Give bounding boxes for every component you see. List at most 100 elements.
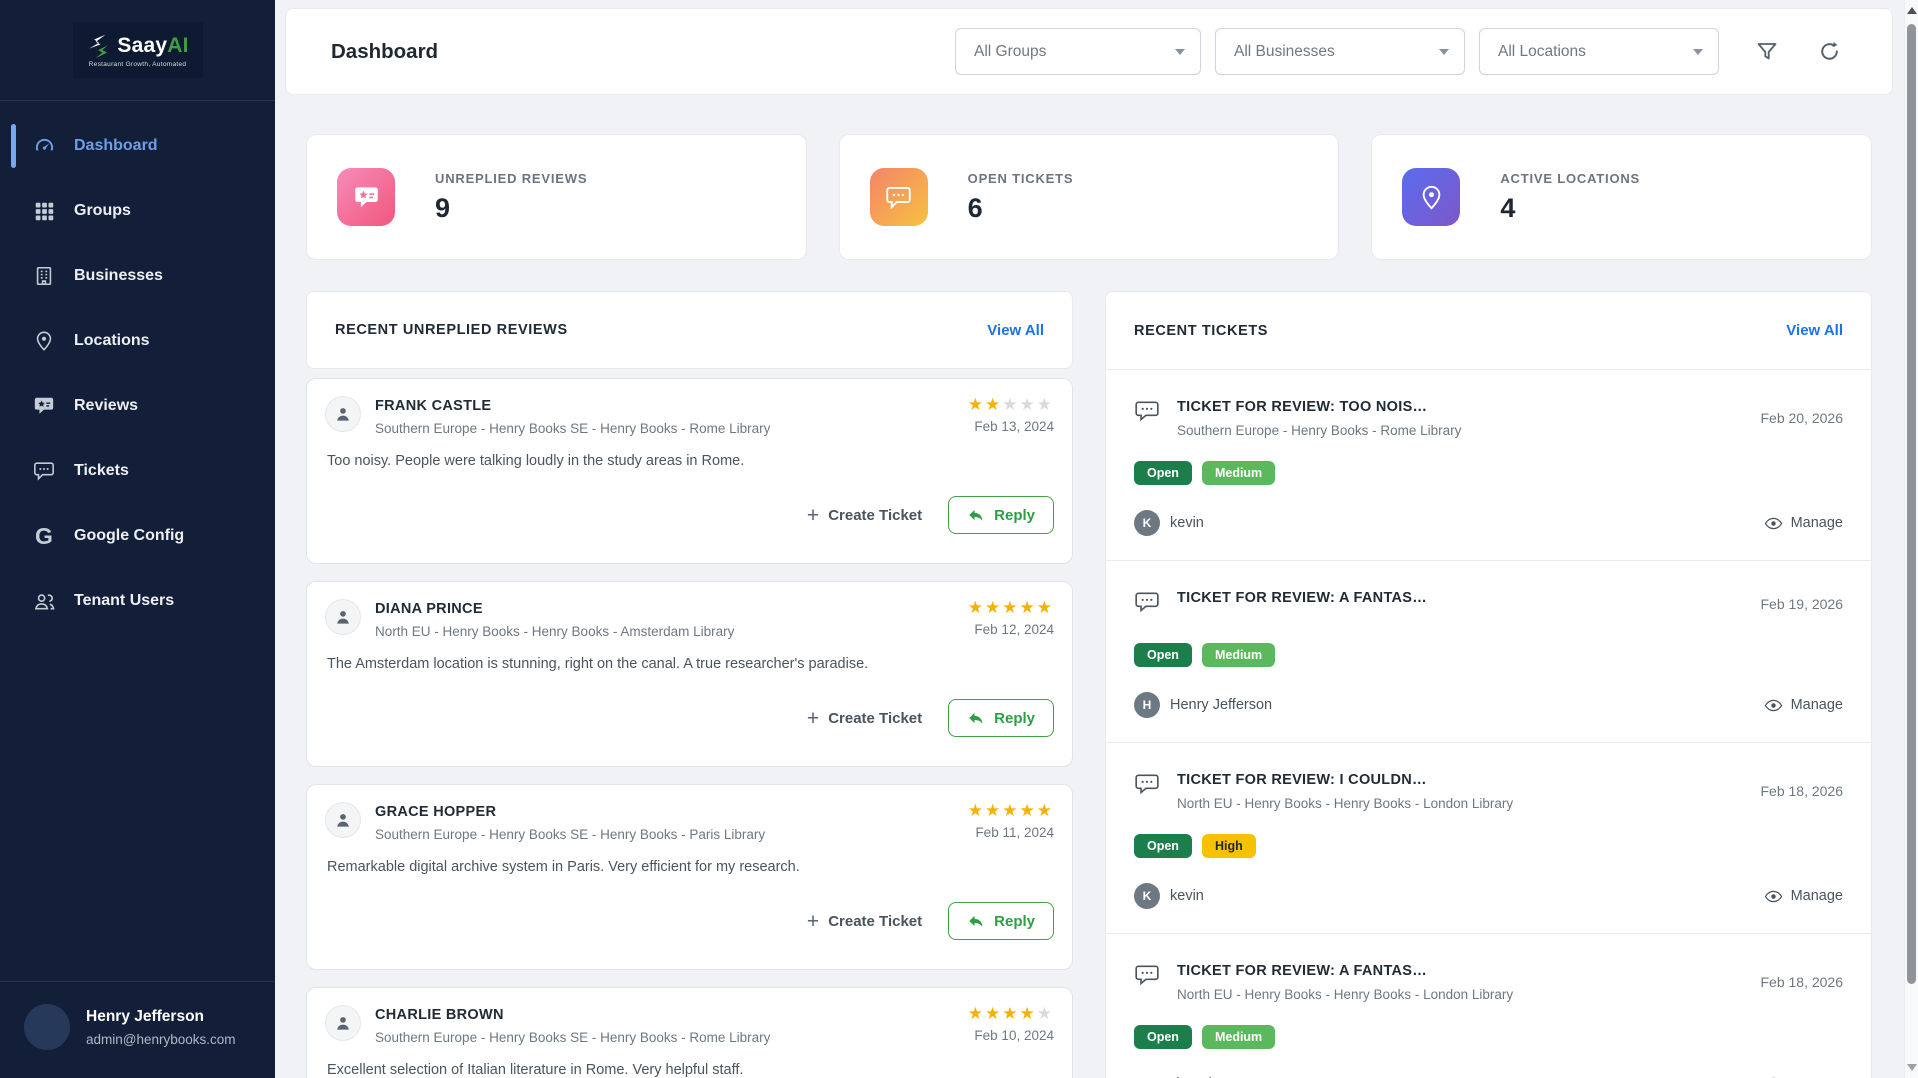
status-badge: Open: [1134, 834, 1192, 858]
funnel-icon: [1755, 40, 1779, 64]
locations-filter-select[interactable]: All Locations: [1479, 28, 1719, 75]
logo-icon: [86, 33, 112, 59]
chat-bubble-dots-icon: [1134, 771, 1160, 802]
recent-tickets-panel: RECENT TICKETS View All TICKET FOR REVIE…: [1105, 291, 1872, 1078]
businesses-filter-value: All Businesses: [1234, 43, 1335, 61]
sidebar-item-tenant-users[interactable]: Tenant Users: [10, 578, 265, 624]
priority-badge: Medium: [1202, 1025, 1275, 1049]
sidebar-item-label: Businesses: [74, 267, 163, 285]
groups-filter-value: All Groups: [974, 43, 1046, 61]
star-rating: ★★★★★: [968, 1005, 1054, 1022]
manage-button[interactable]: Manage: [1764, 514, 1843, 533]
sidebar: SaayAI Restaurant Growth, Automated Dash…: [0, 0, 275, 1078]
sidebar-item-reviews[interactable]: Reviews: [10, 383, 265, 429]
businesses-filter-select[interactable]: All Businesses: [1215, 28, 1465, 75]
avatar: [24, 1004, 70, 1050]
stat-card-active-locations: ACTIVE LOCATIONS 4: [1371, 134, 1872, 260]
sidebar-item-label: Google Config: [74, 527, 184, 545]
review-location: Southern Europe - Henry Books SE - Henry…: [375, 421, 954, 436]
sidebar-item-google-config[interactable]: G Google Config: [10, 513, 265, 559]
page-title: Dashboard: [331, 40, 438, 64]
ticket-assignee: H Henry Jefferson: [1134, 692, 1272, 718]
page-scrollbar: [1904, 0, 1918, 1078]
ticket-location: North EU - Henry Books - Henry Books - L…: [1177, 796, 1744, 811]
review-card: DIANA PRINCE North EU - Henry Books - He…: [306, 581, 1073, 767]
review-card: CHARLIE BROWN Southern Europe - Henry Bo…: [306, 987, 1073, 1078]
stat-label: UNREPLIED REVIEWS: [435, 171, 587, 186]
assignee-name: kevin: [1170, 888, 1204, 904]
sidebar-item-locations[interactable]: Locations: [10, 318, 265, 364]
sidebar-user-profile[interactable]: Henry Jefferson admin@henrybooks.com: [0, 981, 275, 1078]
main-content: Dashboard All Groups All Businesses All …: [275, 0, 1904, 1078]
review-date: Feb 10, 2024: [968, 1028, 1054, 1043]
reply-arrow-icon: [967, 912, 985, 930]
chat-bubble-dots-icon: [1134, 962, 1160, 993]
reply-button[interactable]: Reply: [948, 902, 1054, 940]
reply-button[interactable]: Reply: [948, 699, 1054, 737]
chat-bubble-dots-icon: [32, 459, 56, 483]
manage-button[interactable]: Manage: [1764, 696, 1843, 715]
manage-button[interactable]: Manage: [1764, 1074, 1843, 1078]
scrollbar-thumb[interactable]: [1907, 24, 1916, 984]
reply-arrow-icon: [967, 506, 985, 524]
create-ticket-button[interactable]: + Create Ticket: [807, 505, 922, 526]
status-badge: Open: [1134, 1025, 1192, 1049]
sidebar-item-businesses[interactable]: Businesses: [10, 253, 265, 299]
person-avatar-icon: [325, 802, 361, 838]
chevron-down-icon: [1175, 49, 1185, 55]
sidebar-item-groups[interactable]: Groups: [10, 188, 265, 234]
star-rating: ★★★★★: [968, 599, 1054, 616]
chat-bubble-dots-icon: [870, 168, 928, 226]
ticket-row: TICKET FOR REVIEW: I COULDN… North EU - …: [1106, 743, 1871, 934]
review-location: North EU - Henry Books - Henry Books - A…: [375, 624, 954, 639]
reply-button[interactable]: Reply: [948, 496, 1054, 534]
plus-icon: +: [807, 708, 819, 729]
priority-badge: Medium: [1202, 643, 1275, 667]
assignee-avatar: K: [1134, 883, 1160, 909]
ticket-date: Feb 18, 2026: [1760, 783, 1843, 799]
plus-icon: +: [807, 505, 819, 526]
ticket-date: Feb 20, 2026: [1760, 410, 1843, 426]
ticket-location: Southern Europe - Henry Books - Rome Lib…: [1177, 423, 1744, 438]
refresh-button[interactable]: [1817, 39, 1842, 64]
review-date: Feb 11, 2024: [968, 825, 1054, 840]
page-header: Dashboard All Groups All Businesses All …: [285, 8, 1893, 95]
eye-icon: [1764, 514, 1783, 533]
chevron-down-icon: [1693, 49, 1703, 55]
ticket-location: North EU - Henry Books - Henry Books - L…: [1177, 987, 1744, 1002]
eye-icon: [1764, 1074, 1783, 1078]
filter-funnel-button[interactable]: [1755, 40, 1779, 64]
sidebar-item-tickets[interactable]: Tickets: [10, 448, 265, 494]
create-ticket-button[interactable]: + Create Ticket: [807, 708, 922, 729]
google-g-icon: G: [32, 524, 56, 548]
recent-reviews-panel: RECENT UNREPLIED REVIEWS View All FRANK …: [306, 291, 1073, 1078]
review-location: Southern Europe - Henry Books SE - Henry…: [375, 827, 954, 842]
reviews-panel-header: RECENT UNREPLIED REVIEWS View All: [306, 291, 1073, 369]
assignee-avatar: H: [1134, 692, 1160, 718]
ticket-row: TICKET FOR REVIEW: A FANTAS… Feb 19, 202…: [1106, 561, 1871, 743]
reviews-view-all-link[interactable]: View All: [987, 322, 1044, 339]
brand-name-accent: AI: [167, 34, 188, 57]
reviewer-name: CHARLIE BROWN: [375, 1007, 954, 1023]
person-avatar-icon: [325, 599, 361, 635]
tickets-view-all-link[interactable]: View All: [1786, 322, 1843, 339]
create-ticket-button[interactable]: + Create Ticket: [807, 911, 922, 932]
scrollbar-down-arrow[interactable]: [1907, 1064, 1917, 1071]
groups-filter-select[interactable]: All Groups: [955, 28, 1201, 75]
person-avatar-icon: [325, 396, 361, 432]
manage-button[interactable]: Manage: [1764, 887, 1843, 906]
sidebar-item-label: Groups: [74, 202, 131, 220]
ticket-row: TICKET FOR REVIEW: TOO NOIS… Southern Eu…: [1106, 370, 1871, 561]
stat-value: 4: [1500, 193, 1640, 224]
review-text: Excellent selection of Italian literatur…: [327, 1062, 1054, 1078]
scrollbar-up-arrow[interactable]: [1907, 7, 1917, 14]
chevron-down-icon: [1439, 49, 1449, 55]
sidebar-item-dashboard[interactable]: Dashboard: [10, 123, 265, 169]
reviewer-name: GRACE HOPPER: [375, 804, 954, 820]
ticket-title: TICKET FOR REVIEW: I COULDN…: [1177, 772, 1744, 788]
stat-value: 9: [435, 193, 587, 224]
priority-badge: Medium: [1202, 461, 1275, 485]
review-date: Feb 13, 2024: [968, 419, 1054, 434]
stat-card-unreplied-reviews: UNREPLIED REVIEWS 9: [306, 134, 807, 260]
ticket-date: Feb 19, 2026: [1760, 596, 1843, 612]
